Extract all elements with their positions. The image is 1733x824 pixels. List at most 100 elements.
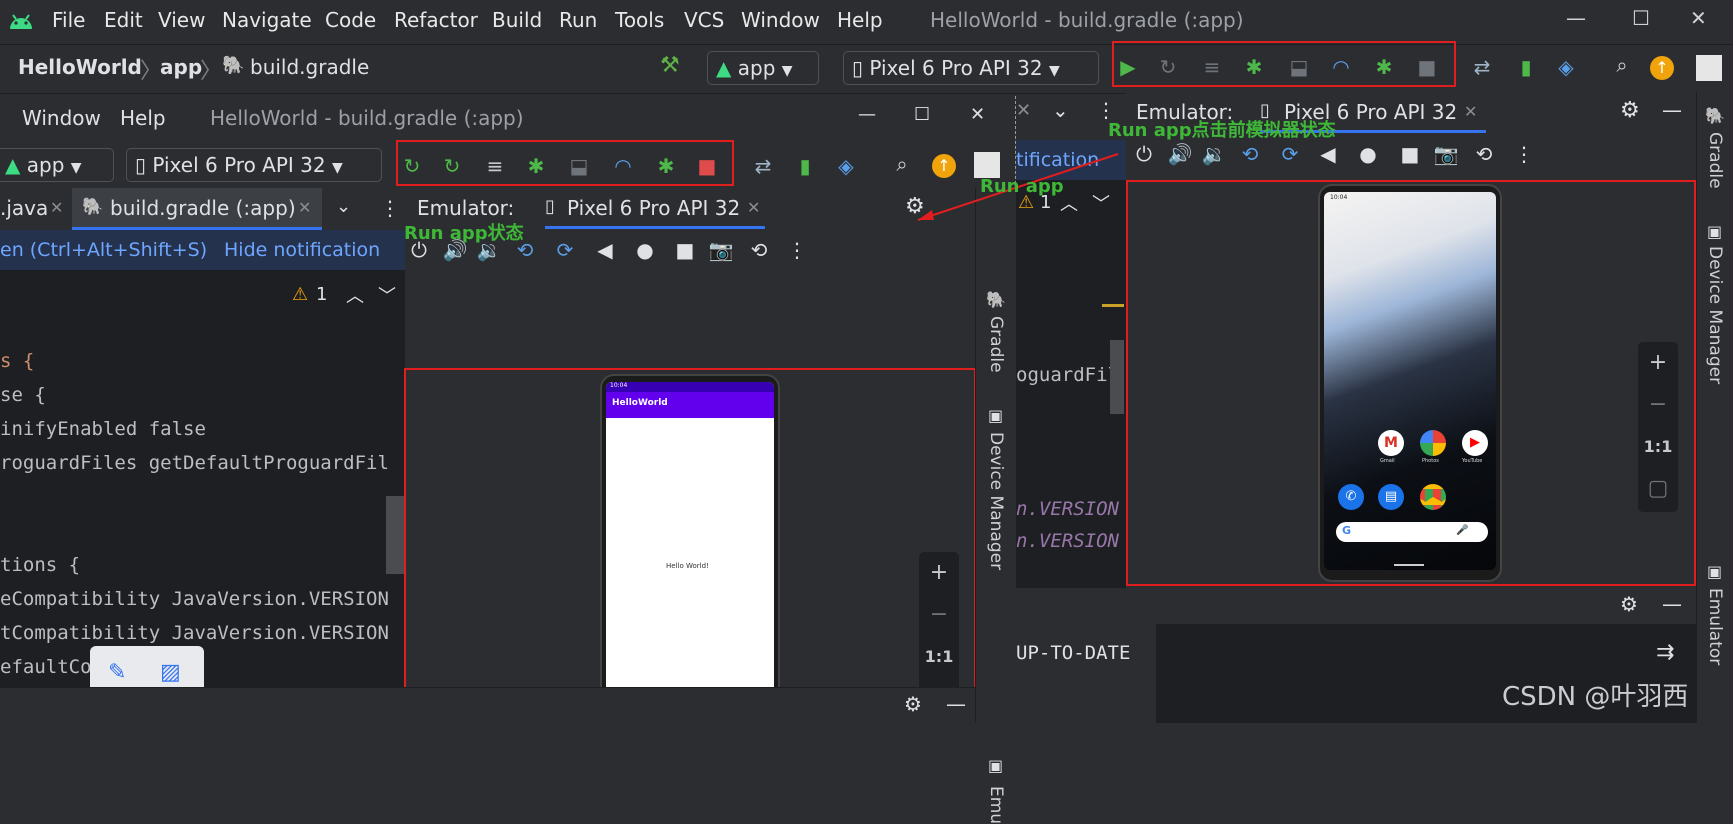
chevron-down-icon[interactable]: ⌄ (1052, 98, 1069, 122)
device-dropdown[interactable]: ▯ Pixel 6 Pro API 32 ▼ (843, 51, 1099, 85)
breadcrumb-project[interactable]: HelloWorld (18, 55, 142, 79)
stop-icon[interactable]: ■ (1413, 55, 1441, 79)
debug-attach-icon[interactable]: ✱ (1370, 55, 1398, 79)
rotate-right-icon[interactable]: ⟳ (1276, 142, 1304, 166)
sync-gradle-icon[interactable]: ⇄ (1468, 55, 1496, 79)
mic-icon[interactable]: 🎤 (1456, 525, 1468, 536)
chrome-icon[interactable] (1420, 484, 1446, 510)
emulator-tab[interactable]: Pixel 6 Pro API 32 (567, 196, 740, 220)
snapshot-icon[interactable]: ⟲ (1470, 142, 1498, 166)
close-icon[interactable]: ✕ (1016, 100, 1031, 121)
soft-wrap-icon[interactable]: ⇉ (1656, 640, 1674, 665)
run-config-dropdown[interactable]: ▲ app ▼ (0, 148, 114, 182)
profile-icon[interactable]: ◠ (609, 154, 637, 178)
breadcrumb-module[interactable]: app (160, 55, 202, 79)
tab-close-icon[interactable]: ✕ (298, 198, 311, 217)
apply-code-changes-icon[interactable]: ↻ (438, 154, 466, 178)
profile-icon[interactable]: ◠ (1327, 55, 1355, 79)
sdk-manager-icon[interactable]: ◈ (832, 154, 860, 178)
gear-icon[interactable]: ⚙ (1620, 592, 1638, 616)
update-icon[interactable]: ↑ (1650, 56, 1674, 80)
menu-navigate[interactable]: Navigate (222, 8, 312, 32)
home-icon[interactable]: ● (631, 238, 659, 262)
code-editor[interactable]: ⚠ 1 ︿ ﹀ s { se { inifyEnabled false rogu… (0, 270, 405, 723)
more-options-icon[interactable]: ⋮ (1510, 142, 1538, 166)
back-icon[interactable]: ◀ (591, 238, 619, 262)
volume-down-icon[interactable]: 🔉 (1200, 142, 1228, 166)
menu-help[interactable]: Help (837, 8, 883, 32)
minimize-icon[interactable]: — (858, 104, 876, 125)
hide-panel-icon[interactable]: — (1662, 592, 1682, 616)
zoom-in-button[interactable]: + (919, 552, 959, 594)
menu-window[interactable]: Window (741, 8, 820, 32)
hammer-build-icon[interactable]: ⚒ (660, 53, 680, 78)
menu-build[interactable]: Build (492, 8, 542, 32)
close-icon[interactable]: ✕ (1690, 6, 1707, 30)
gear-icon[interactable]: ⚙ (1620, 98, 1640, 123)
run-config-dropdown[interactable]: ▲ app ▼ (707, 51, 819, 85)
menu-view[interactable]: View (158, 8, 205, 32)
sync-gradle-icon[interactable]: ⇄ (749, 154, 777, 178)
overview-icon[interactable]: ■ (671, 238, 699, 262)
magic-edit-icon[interactable]: ✎ (108, 660, 126, 685)
pattern-icon[interactable]: ▨ (160, 660, 181, 685)
tab-close-icon[interactable]: ✕ (747, 198, 760, 217)
google-search-bar[interactable]: G 🎤 (1336, 522, 1488, 542)
zoom-ratio-button[interactable]: 1:1 (919, 636, 959, 678)
maximize-icon[interactable]: ☐ (914, 104, 930, 125)
minimize-icon[interactable]: — (1566, 6, 1586, 30)
tool-tab-device-manager[interactable]: Device Manager (1705, 246, 1725, 384)
notification-link-structure[interactable]: en (Ctrl+Alt+Shift+S) (0, 239, 207, 261)
messages-icon[interactable]: ▤ (1378, 484, 1404, 510)
menu-window[interactable]: Window (22, 106, 101, 130)
gear-icon[interactable]: ⚙ (904, 692, 922, 716)
debug-attach-icon[interactable]: ✱ (652, 154, 680, 178)
back-icon[interactable]: ◀ (1314, 142, 1342, 166)
zoom-out-button[interactable]: − (919, 594, 959, 636)
rotate-left-icon[interactable]: ⟲ (1236, 142, 1264, 166)
hide-panel-icon[interactable]: — (946, 692, 966, 716)
avatar[interactable] (1696, 55, 1722, 81)
close-icon[interactable]: ✕ (970, 104, 985, 125)
camera-icon[interactable]: 📷 (1432, 142, 1460, 166)
maximize-icon[interactable]: ☐ (1632, 6, 1650, 30)
volume-up-icon[interactable]: 🔊 (1166, 142, 1194, 166)
fit-screen-icon[interactable]: ▢ (1638, 468, 1678, 510)
attach-debugger-icon[interactable]: ⬓ (1285, 55, 1313, 79)
stop-icon[interactable]: ■ (693, 154, 721, 178)
search-icon[interactable]: ⌕ (1608, 53, 1636, 77)
hide-panel-icon[interactable]: — (1662, 98, 1682, 122)
debug-icon[interactable]: ✱ (522, 154, 550, 178)
next-highlight-icon[interactable]: ﹀ (378, 282, 396, 308)
youtube-icon[interactable]: ▶ (1462, 430, 1488, 456)
phone-screen[interactable]: 10:04 HelloWorld Hello World! (606, 382, 774, 707)
apply-changes-restart-icon[interactable]: ↻ (1154, 55, 1182, 79)
apply-changes-list-icon[interactable]: ≡ (481, 154, 509, 178)
photos-icon[interactable] (1420, 430, 1446, 456)
menu-edit[interactable]: Edit (104, 8, 143, 32)
zoom-in-button[interactable]: + (1638, 342, 1678, 384)
debug-icon[interactable]: ✱ (1240, 55, 1268, 79)
apply-changes-restart-icon[interactable]: ↻ (398, 154, 426, 178)
tool-tab-emulator[interactable]: Emulator (1705, 588, 1725, 665)
home-icon[interactable]: ● (1354, 142, 1382, 166)
apply-code-changes-icon[interactable]: ≡ (1198, 55, 1226, 79)
phone-call-icon[interactable]: ✆ (1338, 484, 1364, 510)
more-options-icon[interactable]: ⋮ (380, 196, 400, 220)
code-editor[interactable]: ⚠ 1 ︿ ﹀ oguardFil n.VERSION n.VERSION (1016, 180, 1126, 588)
emulator-phone[interactable]: 10:04 M Gmail Photos ▶ YouTube ✆ ▤ G 🎤 (1318, 184, 1502, 582)
tool-tab-gradle[interactable]: Gradle (986, 316, 1006, 373)
previous-highlight-icon[interactable]: ︿ (346, 282, 364, 308)
snapshot-icon[interactable]: ⟲ (745, 238, 773, 262)
warning-icon[interactable]: ⚠ (292, 284, 308, 305)
menu-code[interactable]: Code (325, 8, 376, 32)
menu-vcs[interactable]: VCS (684, 8, 724, 32)
sdk-manager-icon[interactable]: ◈ (1552, 55, 1580, 79)
zoom-out-button[interactable]: − (1638, 384, 1678, 426)
rotate-right-icon[interactable]: ⟳ (551, 238, 579, 262)
tool-tab-gradle[interactable]: Gradle (1705, 132, 1725, 189)
phone-screen[interactable]: 10:04 M Gmail Photos ▶ YouTube ✆ ▤ G 🎤 (1324, 192, 1496, 570)
device-dropdown[interactable]: ▯ Pixel 6 Pro API 32 ▼ (126, 148, 382, 182)
tab-close-icon[interactable]: ✕ (1464, 102, 1477, 121)
breadcrumb-file[interactable]: build.gradle (250, 55, 369, 79)
